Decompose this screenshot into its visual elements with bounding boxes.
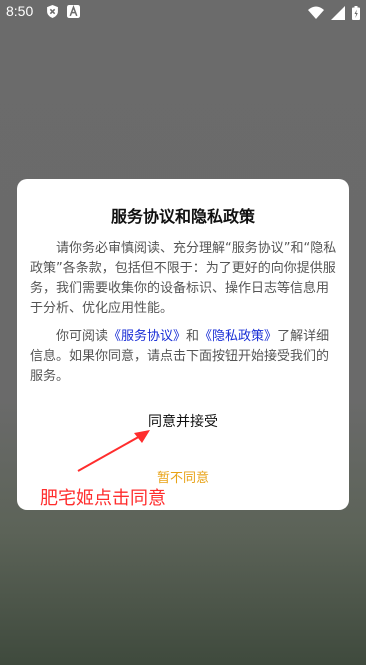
annotation-text: 肥宅姬点击同意 [40,488,166,509]
para2-prefix: 你可阅读 [56,329,109,344]
accept-button[interactable]: 同意并接受 [17,411,349,431]
para2-and: 和 [186,329,200,344]
dialog-title: 服务协议和隐私政策 [110,209,255,226]
privacy-dialog: 服务协议和隐私政策 请你务必审慎阅读、充分理解“服务协议”和“隐私政策”各条款，… [17,179,349,510]
privacy-policy-link[interactable]: 《隐私政策》 [199,329,277,344]
status-right-icons [308,4,360,21]
annotation-arrow-icon [77,430,150,472]
status-time: 8:50 [6,3,34,19]
shield-icon [47,5,58,18]
wifi-icon [308,6,325,20]
service-agreement-link[interactable]: 《服务协议》 [108,329,186,344]
status-bar: 8:50 [0,0,366,24]
battery-icon [352,6,360,21]
signal-icon [331,6,346,21]
dialog-paragraph-2: 你可阅读《服务协议》和《隐私政策》了解详细信息。如果你同意，请点击下面按钮开始接… [30,327,340,387]
dialog-paragraph-1: 请你务必审慎阅读、充分理解“服务协议”和“隐私政策”各条款，包括但不限于：为了更… [30,241,337,316]
a-badge-icon [67,5,80,18]
